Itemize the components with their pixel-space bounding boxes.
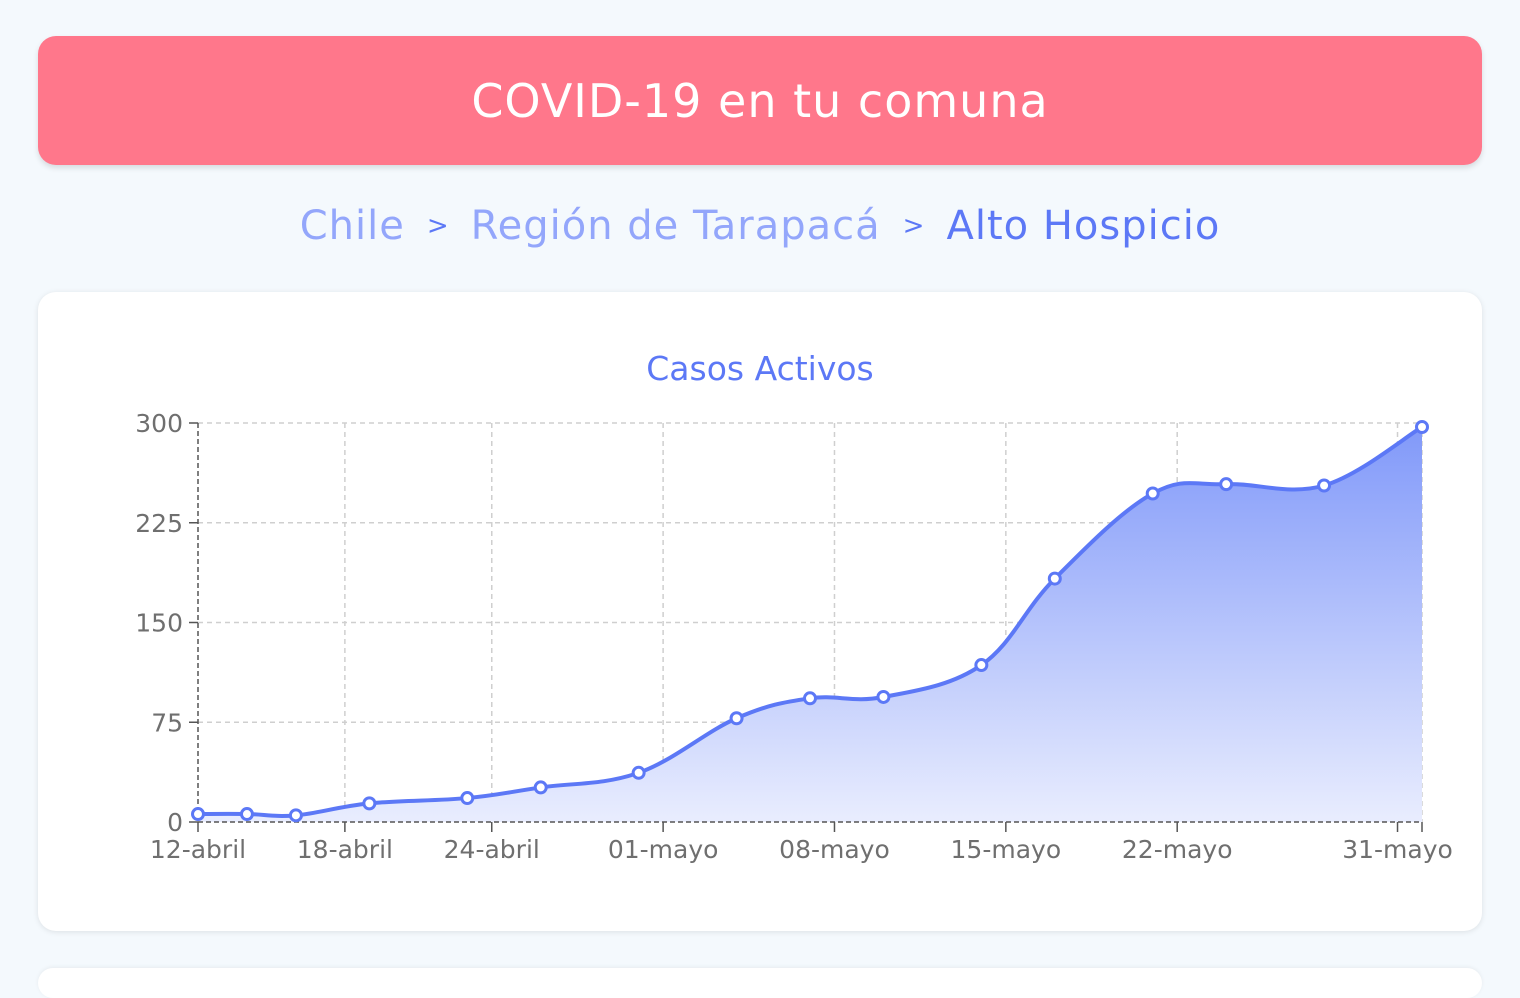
- data-point: [1145, 486, 1160, 501]
- breadcrumb-item-region[interactable]: Región de Tarapacá: [471, 203, 881, 249]
- data-point: [1219, 477, 1234, 492]
- x-tick-label: 15-mayo: [951, 835, 1062, 864]
- breadcrumb-separator: >: [426, 211, 449, 241]
- x-tick-label: 18-abril: [297, 835, 393, 864]
- chart-title: Casos Activos: [646, 349, 874, 388]
- data-point: [1415, 419, 1429, 434]
- x-tick-label: 01-mayo: [608, 835, 719, 864]
- breadcrumb: Chile > Región de Tarapacá > Alto Hospic…: [0, 196, 1520, 256]
- data-point: [631, 765, 646, 780]
- data-point: [460, 791, 475, 806]
- x-tick-label: 24-abril: [444, 835, 540, 864]
- y-tick-label: 0: [167, 808, 183, 837]
- data-point: [1317, 478, 1332, 493]
- y-tick-label: 300: [135, 409, 183, 438]
- breadcrumb-item-country[interactable]: Chile: [300, 203, 405, 249]
- data-point: [288, 808, 303, 823]
- data-point: [533, 780, 548, 795]
- active-cases-chart: Casos Activos 0 75 150 225 300 12-abril 18-abr…: [135, 349, 1453, 864]
- y-tick-label: 225: [135, 509, 183, 538]
- data-point: [239, 807, 254, 822]
- x-tick-label: 08-mayo: [779, 835, 890, 864]
- app-title: COVID-19 en tu comuna: [471, 73, 1049, 128]
- data-point: [974, 658, 989, 673]
- y-tick-label: 150: [135, 609, 183, 638]
- breadcrumb-item-commune: Alto Hospicio: [946, 203, 1221, 249]
- next-card: [38, 968, 1482, 998]
- chart-area: [197, 425, 1424, 822]
- data-point: [876, 689, 891, 704]
- x-tick-label: 12-abril: [150, 835, 246, 864]
- app-header: COVID-19 en tu comuna: [38, 36, 1482, 165]
- data-point: [1047, 571, 1062, 586]
- chart-card: Casos Activos 0 75 150 225 300 12-abril 18-abr…: [38, 292, 1482, 931]
- data-point: [191, 807, 205, 822]
- data-point: [803, 691, 817, 706]
- y-tick-label: 75: [151, 708, 183, 737]
- data-point: [729, 711, 744, 726]
- x-tick-label: 31-mayo: [1342, 835, 1453, 864]
- x-tick-label: 22-mayo: [1122, 835, 1233, 864]
- breadcrumb-separator: >: [902, 211, 925, 241]
- data-point: [362, 796, 377, 811]
